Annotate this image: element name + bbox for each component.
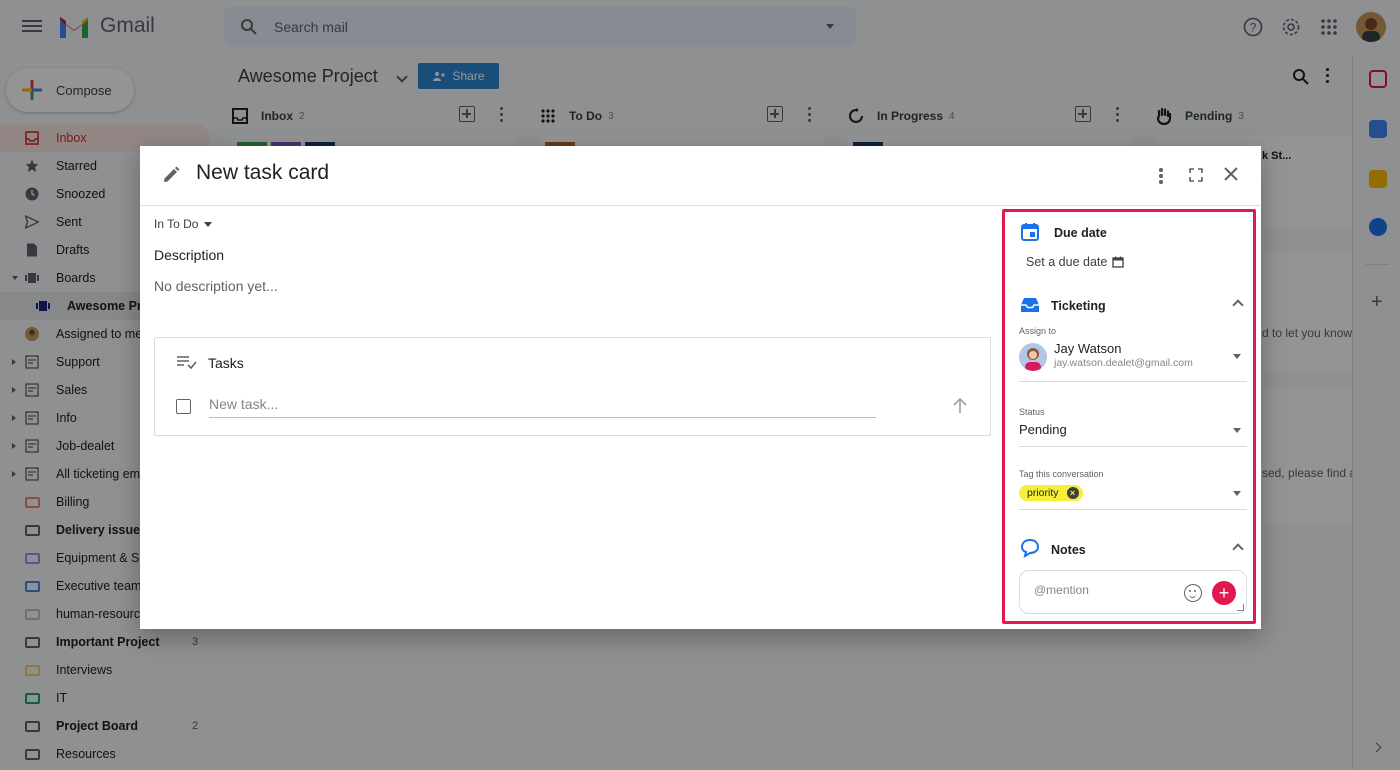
chevron-down-icon [1233, 491, 1241, 496]
tag-chip[interactable]: priority × [1019, 485, 1083, 501]
tag-label: Tag this conversation [1019, 469, 1104, 479]
notes-heading: Notes [1051, 543, 1086, 557]
chevron-down-icon [1233, 354, 1241, 359]
assignee-avatar [1019, 343, 1047, 371]
set-due-date-button[interactable]: Set a due date [1026, 255, 1124, 269]
list-selector-label: In To Do [154, 217, 199, 231]
assignee-email: jay.watson.dealet@gmail.com [1054, 357, 1193, 369]
set-due-date-label: Set a due date [1026, 255, 1108, 269]
chevron-down-icon [204, 221, 213, 227]
pencil-icon [164, 166, 180, 182]
dialog-more-icon[interactable] [1159, 168, 1163, 186]
calendar-icon [1021, 223, 1039, 241]
assign-to-label: Assign to [1019, 326, 1057, 336]
card-details-panel: Due date Set a due date Ticketing Assign… [1002, 209, 1256, 624]
ticket-inbox-icon [1021, 298, 1039, 312]
remove-tag-icon[interactable]: × [1066, 487, 1079, 499]
chevron-down-icon [1233, 428, 1241, 433]
resize-handle-icon[interactable] [1237, 604, 1244, 611]
new-task-input[interactable] [209, 390, 876, 418]
collapse-chevron-icon[interactable] [1232, 543, 1244, 555]
status-value: Pending [1019, 422, 1067, 437]
new-task-checkbox[interactable] [176, 399, 191, 414]
notes-chat-icon [1020, 538, 1040, 558]
tag-select[interactable]: priority × [1019, 485, 1247, 510]
fullscreen-icon[interactable] [1189, 168, 1203, 182]
tag-chip-label: priority [1027, 487, 1059, 499]
notes-composer: + [1019, 570, 1247, 614]
due-date-heading: Due date [1054, 226, 1107, 240]
emoji-icon[interactable] [1184, 584, 1202, 602]
assignee-select[interactable]: Jay Watson jay.watson.dealet@gmail.com [1019, 339, 1247, 382]
dialog-title[interactable]: New task card [196, 161, 329, 185]
assignee-name: Jay Watson [1054, 341, 1122, 356]
status-select[interactable]: Pending [1019, 422, 1247, 447]
task-card-dialog: New task card In To Do Description No de… [140, 146, 1261, 629]
close-icon[interactable] [1223, 166, 1239, 182]
tasks-section: Tasks [154, 337, 991, 436]
ticketing-heading: Ticketing [1051, 299, 1106, 313]
notes-input[interactable] [1034, 583, 1174, 597]
collapse-chevron-icon[interactable] [1232, 299, 1244, 311]
dialog-header: New task card [140, 146, 1261, 206]
list-selector-dropdown[interactable]: In To Do [154, 217, 213, 231]
small-calendar-icon [1112, 256, 1124, 268]
arrow-up-icon[interactable] [951, 397, 969, 415]
description-heading: Description [154, 247, 225, 263]
add-note-button[interactable]: + [1212, 581, 1236, 605]
checklist-icon [177, 356, 197, 369]
description-field[interactable]: No description yet... [154, 278, 278, 294]
tasks-heading: Tasks [208, 355, 244, 371]
status-label: Status [1019, 407, 1045, 417]
